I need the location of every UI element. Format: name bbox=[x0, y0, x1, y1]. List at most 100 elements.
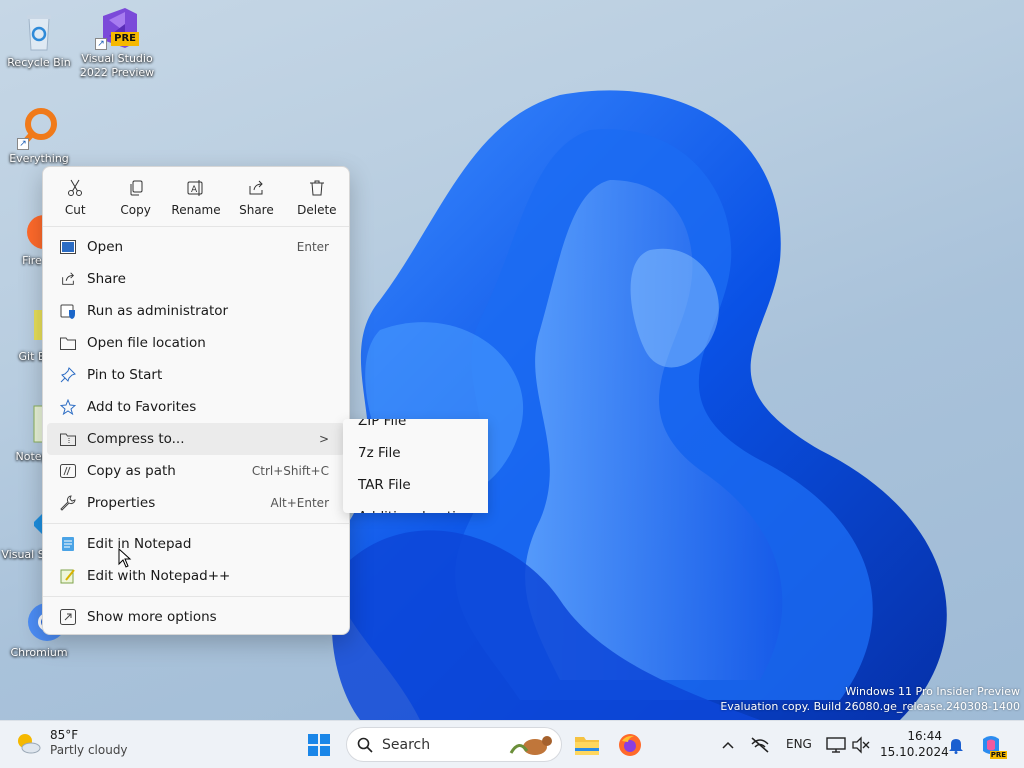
menu-item-compress-to[interactable]: Compress to... > bbox=[47, 423, 345, 455]
desktop-icon-recycle-bin[interactable]: Recycle Bin bbox=[1, 10, 77, 70]
desktop-icon-label: Chromium bbox=[10, 646, 68, 659]
search-highlight-illustration-icon bbox=[509, 736, 552, 755]
delete-label: Delete bbox=[297, 203, 337, 217]
weather-widget[interactable]: 85°F Partly cloudy bbox=[14, 728, 128, 758]
network-status-button[interactable] bbox=[744, 729, 776, 761]
folder-icon bbox=[59, 334, 77, 352]
chevron-up-icon bbox=[722, 741, 734, 749]
windows-logo-icon bbox=[308, 734, 330, 756]
taskbar: 85°F Partly cloudy Search ENG 16:44 15.1… bbox=[0, 720, 1024, 768]
pin-icon bbox=[59, 366, 77, 384]
menu-item-add-to-favorites[interactable]: Add to Favorites bbox=[47, 391, 345, 423]
menu-item-edit-in-notepad[interactable]: Edit in Notepad bbox=[47, 528, 345, 560]
submenu-item-additional-options[interactable]: Additional options bbox=[343, 501, 488, 513]
speaker-muted-icon bbox=[852, 736, 870, 754]
monitor-icon bbox=[826, 737, 846, 753]
file-explorer-button[interactable] bbox=[571, 729, 603, 761]
menu-item-label: Open bbox=[87, 239, 124, 255]
everything-search-icon: ↗ bbox=[17, 106, 61, 150]
weather-condition: Partly cloudy bbox=[50, 743, 128, 757]
submenu-item-7z[interactable]: 7z File bbox=[343, 437, 488, 469]
bell-icon bbox=[949, 739, 963, 754]
copy-label: Copy bbox=[120, 203, 151, 217]
archive-icon bbox=[59, 430, 77, 448]
menu-item-copy-as-path[interactable]: Copy as path Ctrl+Shift+C bbox=[47, 455, 345, 487]
desktop-icon-label: Everything bbox=[9, 152, 69, 165]
search-placeholder: Search bbox=[382, 736, 431, 753]
svg-text:A: A bbox=[191, 185, 198, 195]
show-hidden-icons-button[interactable] bbox=[712, 729, 744, 761]
more-options-icon bbox=[59, 608, 77, 626]
menu-separator bbox=[43, 523, 349, 524]
menu-item-open-file-location[interactable]: Open file location bbox=[47, 327, 345, 359]
delete-button[interactable]: Delete bbox=[287, 177, 347, 226]
open-icon bbox=[59, 238, 77, 256]
pre-badge-icon: PRE bbox=[989, 751, 1007, 759]
evaluation-watermark: Windows 11 Pro Insider Preview Evaluatio… bbox=[720, 684, 1020, 714]
search-icon bbox=[357, 737, 373, 753]
cut-button[interactable]: Cut bbox=[45, 177, 105, 226]
weather-temperature: 85°F bbox=[50, 728, 79, 742]
menu-item-label: Compress to... bbox=[87, 431, 185, 447]
copy-button[interactable]: Copy bbox=[105, 177, 165, 226]
menu-item-show-more-options[interactable]: Show more options bbox=[47, 601, 345, 633]
visual-studio-icon: PRE ↗ bbox=[95, 6, 139, 50]
menu-item-shortcut: Ctrl+Shift+C bbox=[251, 464, 329, 478]
menu-item-label: Show more options bbox=[87, 609, 217, 625]
clock-time: 16:44 bbox=[907, 729, 942, 743]
rename-button[interactable]: A Rename bbox=[166, 177, 226, 226]
desktop-icon-label: Visual Studio 2022 Preview bbox=[79, 52, 155, 79]
menu-item-shortcut: Enter bbox=[296, 240, 329, 254]
submenu-item-zip[interactable]: ZIP File bbox=[343, 419, 488, 437]
menu-item-open[interactable]: Open Enter bbox=[47, 231, 345, 263]
menu-item-label: Properties bbox=[87, 495, 156, 511]
notifications-button[interactable] bbox=[940, 729, 972, 761]
share-icon bbox=[249, 180, 264, 195]
desktop-icon-visual-studio-2022-preview[interactable]: PRE ↗ Visual Studio 2022 Preview bbox=[79, 6, 155, 80]
desktop-icon-label: Recycle Bin bbox=[7, 56, 71, 69]
rename-label: Rename bbox=[171, 203, 221, 217]
copilot-button[interactable]: PRE bbox=[975, 729, 1007, 761]
no-internet-icon bbox=[751, 737, 769, 753]
firefox-taskbar-button[interactable] bbox=[614, 729, 646, 761]
menu-item-label: Pin to Start bbox=[87, 367, 163, 383]
submenu-item-tar[interactable]: TAR File bbox=[343, 469, 488, 501]
context-menu: Cut Copy A Rename Share Delete Open Ente… bbox=[42, 166, 350, 635]
scissors-icon bbox=[68, 179, 83, 196]
shortcut-arrow-icon: ↗ bbox=[95, 38, 107, 50]
menu-item-label: Run as administrator bbox=[87, 303, 229, 319]
share-icon bbox=[59, 270, 77, 288]
rename-icon: A bbox=[187, 180, 203, 196]
taskbar-search-box[interactable]: Search bbox=[346, 727, 562, 762]
cut-label: Cut bbox=[64, 203, 86, 217]
trash-icon bbox=[309, 180, 324, 196]
desktop-icon-everything[interactable]: ↗ Everything bbox=[1, 106, 77, 166]
menu-item-pin-to-start[interactable]: Pin to Start bbox=[47, 359, 345, 391]
start-button[interactable] bbox=[303, 729, 335, 761]
menu-item-run-as-administrator[interactable]: Run as administrator bbox=[47, 295, 345, 327]
path-icon bbox=[59, 462, 77, 480]
share-button[interactable]: Share bbox=[226, 177, 286, 226]
menu-item-label: Add to Favorites bbox=[87, 399, 197, 415]
file-explorer-icon bbox=[575, 737, 599, 755]
clock-date: 15.10.2024 bbox=[880, 745, 949, 759]
menu-item-label: Open file location bbox=[87, 335, 206, 351]
menu-item-share[interactable]: Share bbox=[47, 263, 345, 295]
language-indicator[interactable]: ENG bbox=[786, 737, 812, 751]
firefox-icon bbox=[619, 734, 641, 756]
shield-icon bbox=[59, 302, 77, 320]
pre-badge: PRE bbox=[111, 32, 139, 46]
wrench-icon bbox=[59, 494, 77, 512]
copy-icon bbox=[130, 180, 143, 196]
menu-item-label: Share bbox=[87, 271, 126, 287]
chevron-right-icon: > bbox=[318, 432, 329, 446]
menu-item-edit-with-notepadpp[interactable]: Edit with Notepad++ bbox=[47, 560, 345, 592]
menu-item-shortcut: Alt+Enter bbox=[270, 496, 329, 510]
sound-settings-button[interactable] bbox=[845, 729, 877, 761]
watermark-line-1: Windows 11 Pro Insider Preview bbox=[845, 685, 1020, 698]
recycle-bin-icon bbox=[17, 10, 61, 54]
notepadpp-icon bbox=[59, 567, 77, 585]
watermark-line-2: Evaluation copy. Build 26080.ge_release.… bbox=[720, 700, 1020, 713]
taskbar-clock[interactable]: 16:44 15.10.2024 bbox=[880, 728, 949, 760]
menu-item-properties[interactable]: Properties Alt+Enter bbox=[47, 487, 345, 519]
